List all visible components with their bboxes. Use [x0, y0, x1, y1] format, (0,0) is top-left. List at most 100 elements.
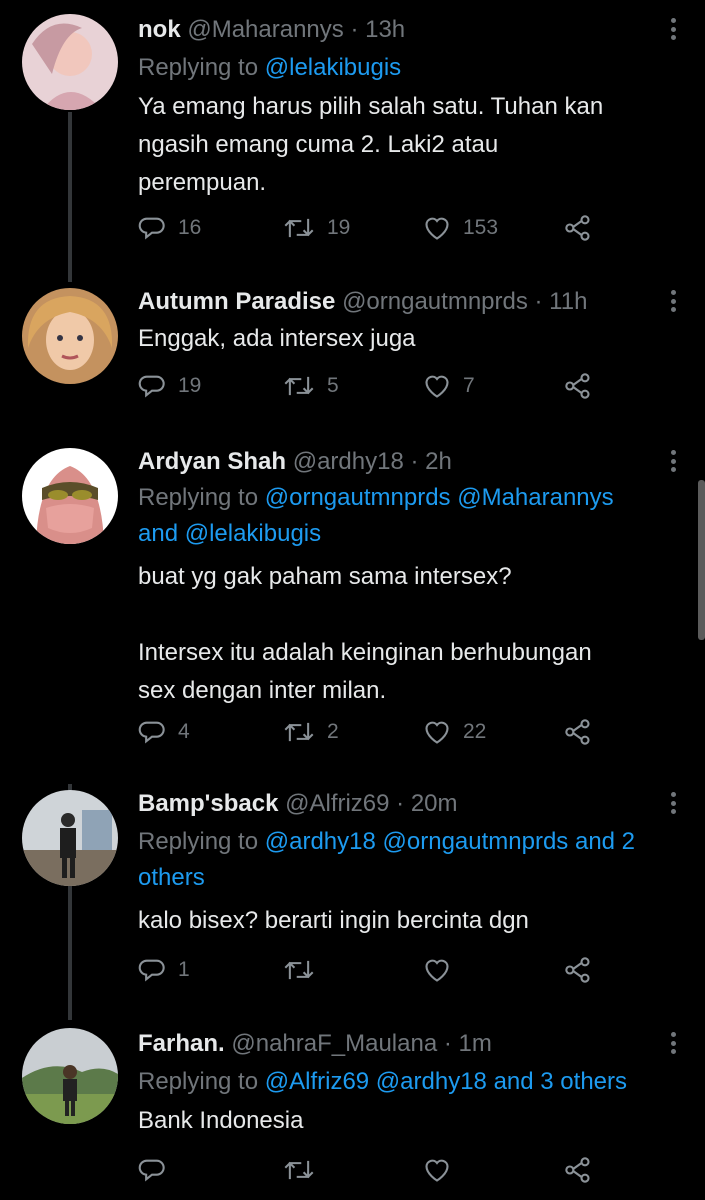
avatar[interactable]: [22, 448, 118, 544]
text-line: Enggak, ada intersex juga: [138, 325, 416, 352]
share-icon: [565, 373, 590, 399]
text-line: Intersex itu adalah keinginan berhubunga…: [138, 639, 592, 666]
retweet-icon: [284, 960, 314, 980]
reply-icon: [138, 959, 165, 982]
more-icon[interactable]: [671, 450, 677, 472]
tweet-farhan[interactable]: Farhan. @nahraF_Maulana · 1m Replying to…: [0, 1016, 705, 1200]
text-line: buat yg gak paham sama intersex?: [138, 563, 512, 590]
share-button[interactable]: [564, 718, 592, 746]
reply-button[interactable]: [138, 1156, 166, 1184]
tweet-text: kalo bisex? berarti ingin bercinta dgn: [138, 902, 668, 940]
reply-icon: [138, 217, 165, 240]
share-button[interactable]: [564, 214, 592, 242]
author-name[interactable]: Bamp'sback: [138, 790, 278, 817]
avatar[interactable]: [22, 288, 118, 384]
author-handle[interactable]: @ardhy18 · 2h: [293, 448, 452, 475]
text-line: kalo bisex? berarti ingin bercinta dgn: [138, 907, 529, 934]
replying-to: Replying to @Alfriz69 @ardhy18 and 3 oth…: [138, 1064, 683, 1100]
retweet-button[interactable]: [283, 1156, 315, 1184]
author-handle[interactable]: @nahraF_Maulana · 1m: [231, 1030, 491, 1057]
like-button[interactable]: 22: [423, 718, 486, 746]
author-handle[interactable]: @orngautmnprds · 11h: [342, 288, 587, 315]
like-button[interactable]: [423, 956, 451, 984]
more-icon[interactable]: [671, 18, 677, 40]
retweet-count: 5: [327, 374, 339, 397]
tweet-header: Farhan. @nahraF_Maulana · 1m: [138, 1030, 492, 1058]
text-line: perempuan.: [138, 169, 267, 196]
replying-label: Replying to: [138, 828, 259, 855]
mention-link[interactable]: @orngautmnprds @Maharannys: [265, 484, 614, 511]
tweet-actions: [138, 1156, 608, 1190]
tweet-text: Bank Indonesia: [138, 1102, 668, 1140]
mention-link[interactable]: others: [138, 860, 683, 896]
mention-link[interactable]: @lelakibugis: [265, 54, 401, 81]
tweet-header: Ardyan Shah @ardhy18 · 2h: [138, 448, 452, 476]
reply-button[interactable]: 16: [138, 214, 201, 242]
like-count: 22: [463, 720, 487, 743]
avatar[interactable]: [22, 14, 118, 110]
avatar[interactable]: [22, 790, 118, 886]
text-line: ngasih emang cuma 2. Laki2 atau: [138, 131, 499, 158]
share-icon: [565, 957, 590, 983]
share-button[interactable]: [564, 372, 592, 400]
like-icon: [425, 375, 449, 398]
like-icon: [425, 959, 449, 982]
tweet-nok[interactable]: nok @Maharannys · 13h Replying to @lelak…: [0, 0, 705, 270]
text-line: Bank Indonesia: [138, 1107, 304, 1134]
retweet-count: 2: [327, 720, 339, 743]
like-button[interactable]: 153: [423, 214, 498, 242]
more-icon[interactable]: [671, 792, 677, 814]
share-icon: [565, 1157, 590, 1183]
author-name[interactable]: Farhan.: [138, 1030, 225, 1057]
reply-button[interactable]: 19: [138, 372, 201, 400]
retweet-button[interactable]: [283, 956, 315, 984]
like-icon: [425, 721, 449, 744]
tweet-actions: 4 2 22: [138, 718, 608, 752]
like-count: 7: [463, 374, 475, 397]
author-name[interactable]: nok: [138, 16, 181, 43]
scrollbar[interactable]: [698, 480, 705, 640]
author-handle[interactable]: @Maharannys · 13h: [187, 16, 405, 43]
replying-to: Replying to @lelakibugis: [138, 50, 683, 86]
author-handle[interactable]: @Alfriz69 · 20m: [285, 790, 457, 817]
reply-button[interactable]: 4: [138, 718, 190, 746]
text-line: Ya emang harus pilih salah satu. Tuhan k…: [138, 93, 604, 120]
retweet-button[interactable]: 5: [283, 372, 339, 400]
tweet-bampsback[interactable]: Bamp'sback @Alfriz69 · 20m Replying to @…: [0, 776, 705, 1016]
more-icon[interactable]: [671, 1032, 677, 1054]
author-name[interactable]: Autumn Paradise: [138, 288, 335, 315]
tweet-actions: 16 19 153: [138, 214, 608, 248]
tweet-autumn-paradise[interactable]: Autumn Paradise @orngautmnprds · 11h Eng…: [0, 270, 705, 436]
retweet-button[interactable]: 19: [283, 214, 350, 242]
retweet-icon: [284, 218, 314, 238]
like-count: 153: [463, 216, 499, 239]
reply-button[interactable]: 1: [138, 956, 190, 984]
replying-to: Replying to @orngautmnprds @Maharannys a…: [138, 480, 683, 552]
reply-icon: [138, 1159, 165, 1182]
like-button[interactable]: 7: [423, 372, 475, 400]
more-icon[interactable]: [671, 290, 677, 312]
tweet-text: buat yg gak paham sama intersex? Interse…: [138, 558, 668, 710]
avatar[interactable]: [22, 1028, 118, 1124]
tweet-actions: 1: [138, 956, 608, 990]
reply-count: 4: [178, 720, 190, 743]
share-icon: [565, 215, 590, 241]
text-line-blank: [138, 596, 668, 634]
share-button[interactable]: [564, 956, 592, 984]
mention-link[interactable]: and @lelakibugis: [138, 516, 683, 552]
author-name[interactable]: Ardyan Shah: [138, 448, 286, 475]
tweet-ardyan-shah[interactable]: Ardyan Shah @ardhy18 · 2h Replying to @o…: [0, 436, 705, 776]
mention-link[interactable]: @ardhy18 @orngautmnprds and 2: [265, 828, 635, 855]
replying-to: Replying to @ardhy18 @orngautmnprds and …: [138, 824, 683, 896]
reply-count: 1: [178, 958, 190, 981]
retweet-icon: [284, 722, 314, 742]
reply-icon: [138, 721, 165, 744]
like-button[interactable]: [423, 1156, 451, 1184]
retweet-button[interactable]: 2: [283, 718, 339, 746]
mention-link[interactable]: @Alfriz69 @ardhy18 and 3 others: [265, 1068, 627, 1095]
reply-count: 16: [178, 216, 202, 239]
retweet-count: 19: [327, 216, 351, 239]
share-button[interactable]: [564, 1156, 592, 1184]
reply-icon: [138, 375, 165, 398]
replying-label: Replying to: [138, 1068, 259, 1095]
